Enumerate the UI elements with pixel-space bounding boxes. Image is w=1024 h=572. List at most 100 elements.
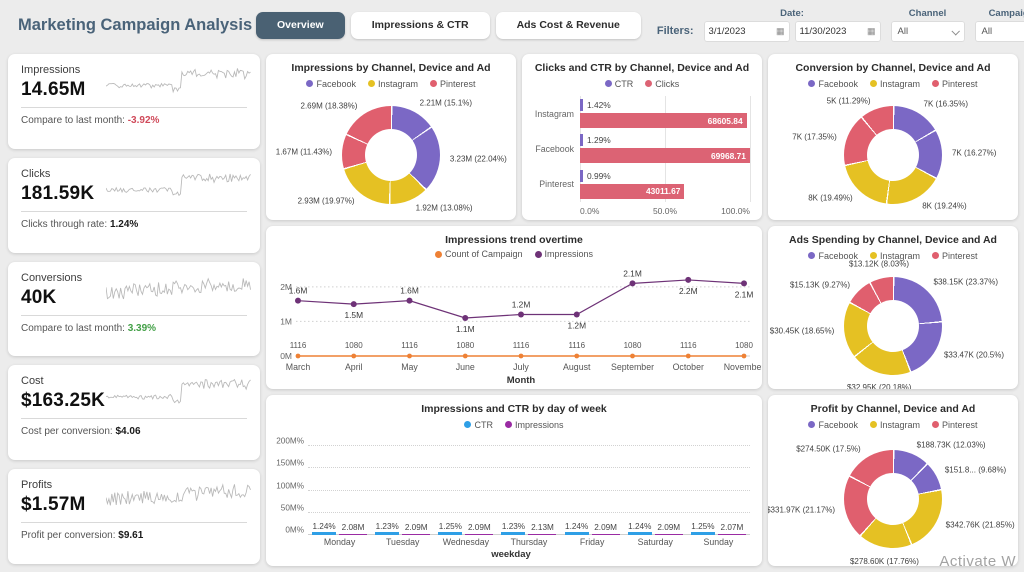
impressions-bar[interactable] (465, 534, 493, 535)
clicks-bar[interactable]: 69968.71 (580, 148, 750, 163)
impressions-point[interactable] (295, 298, 301, 304)
ctr-bar[interactable] (580, 99, 583, 111)
donut-ring[interactable] (844, 450, 942, 548)
donut-chart: 2.21M (15.1%)3.23M (22.04%)1.92M (13.08%… (266, 90, 516, 220)
campaign-count-point[interactable] (686, 354, 691, 359)
impressions-bar[interactable] (339, 534, 367, 535)
impressions-bar[interactable] (718, 534, 746, 535)
tab-overview[interactable]: Overview (256, 12, 345, 39)
legend-label: Clicks (655, 79, 679, 89)
ctr-bar[interactable] (691, 532, 715, 535)
x-tick-label: May (401, 362, 418, 372)
kpi-sub-prefix: Clicks through rate: (21, 219, 107, 230)
impressions-point[interactable] (407, 298, 413, 304)
impressions-point[interactable] (351, 301, 357, 307)
tab-impressions-ctr[interactable]: Impressions & CTR (351, 12, 490, 39)
ctr-bar[interactable] (628, 532, 652, 535)
impressions-point[interactable] (685, 277, 691, 283)
ctr-bar[interactable] (580, 170, 583, 182)
kpi-card-cost[interactable]: Cost $163.25K Cost per conversion: $4.06 (8, 365, 260, 460)
campaign-count-point[interactable] (742, 354, 747, 359)
impressions-point[interactable] (518, 312, 524, 318)
bar-row: Instagram1.42%68605.84 (580, 99, 750, 128)
clicks-bar[interactable]: 43011.67 (580, 184, 684, 199)
ctr-group: 1.24% (628, 522, 652, 535)
kpi-card-clicks[interactable]: Clicks 181.59K Clicks through rate: 1.24… (8, 158, 260, 253)
legend-item[interactable]: CTR (464, 420, 493, 430)
ctr-bar[interactable] (501, 532, 525, 535)
legend-dot-icon (368, 80, 375, 87)
impressions-donut-card: Impressions by Channel, Device and Ad Fa… (266, 54, 516, 220)
legend-item[interactable]: Instagram (870, 79, 920, 89)
impressions-value-label: 1.1M (456, 324, 475, 334)
campaign-count-point[interactable] (463, 354, 468, 359)
legend-item[interactable]: Pinterest (932, 420, 978, 430)
header: Marketing Campaign Analysis i Overview I… (0, 0, 1024, 50)
kpi-card-profits[interactable]: Profits $1.57M Profit per conversion: $9… (8, 469, 260, 564)
legend-item[interactable]: Facebook (808, 79, 858, 89)
ctr-bar[interactable] (312, 532, 336, 535)
campaign-count-label: 1080 (456, 341, 474, 350)
ctr-bar[interactable] (375, 532, 399, 535)
legend-label: Pinterest (942, 251, 978, 261)
legend-item[interactable]: CTR (605, 79, 634, 89)
donut-ring[interactable] (844, 106, 942, 204)
impressions-bar[interactable] (528, 534, 556, 535)
legend-label: Count of Campaign (445, 249, 523, 259)
ctr-bar[interactable] (565, 532, 589, 535)
calendar-icon[interactable]: ▦ (776, 26, 785, 37)
chart-title: Impressions trend overtime (266, 234, 762, 246)
campaign-select[interactable]: All (975, 21, 1024, 42)
campaign-count-point[interactable] (407, 354, 412, 359)
clicks-bar[interactable]: 68605.84 (580, 113, 747, 128)
impressions-group: 2.09M (402, 523, 430, 535)
x-tick-label: Thursday (497, 537, 560, 547)
legend-item[interactable]: Clicks (645, 79, 679, 89)
legend-item[interactable]: Facebook (306, 79, 356, 89)
legend-label: Facebook (818, 420, 858, 430)
kpi-card-conversions[interactable]: Conversions 40K Compare to last month: 3… (8, 262, 260, 357)
kpi-card-impressions[interactable]: Impressions 14.65M Compare to last month… (8, 54, 260, 149)
chart-title: Impressions and CTR by day of week (266, 403, 762, 415)
campaign-count-point[interactable] (519, 354, 524, 359)
x-tick-label: June (456, 362, 475, 372)
tab-ads-cost-revenue[interactable]: Ads Cost & Revenue (496, 12, 641, 39)
impressions-bar[interactable] (402, 534, 430, 535)
slice-label: $188.73K (12.03%) (917, 440, 986, 449)
legend-label: CTR (615, 79, 634, 89)
date-from-input[interactable]: 3/1/2023 ▦ (704, 21, 790, 42)
legend-item[interactable]: Count of Campaign (435, 249, 523, 259)
chart-legend: CTR Clicks (522, 77, 762, 90)
ctr-bar[interactable] (580, 134, 583, 146)
legend-item[interactable]: Impressions (505, 420, 564, 430)
calendar-icon[interactable]: ▦ (867, 26, 876, 37)
impressions-point[interactable] (574, 312, 580, 318)
date-to-input[interactable]: 11/30/2023 ▦ (795, 21, 881, 42)
category-label: Instagram (528, 109, 574, 119)
impressions-bar[interactable] (592, 534, 620, 535)
campaign-count-point[interactable] (630, 354, 635, 359)
impressions-point[interactable] (741, 280, 747, 286)
chart-title: Profit by Channel, Device and Ad (768, 403, 1018, 415)
legend-item[interactable]: Pinterest (430, 79, 476, 89)
ctr-bar-group: 0.99% (580, 170, 750, 182)
ctr-bar[interactable] (438, 532, 462, 535)
legend-item[interactable]: Pinterest (932, 251, 978, 261)
slice-label: $342.76K (21.85%) (946, 521, 1015, 530)
impressions-point[interactable] (630, 280, 636, 286)
donut-ring[interactable] (844, 277, 942, 375)
impressions-point[interactable] (462, 315, 468, 321)
legend-item[interactable]: Facebook (808, 420, 858, 430)
legend-item[interactable]: Pinterest (932, 79, 978, 89)
impressions-bar[interactable] (655, 534, 683, 535)
legend-item[interactable]: Impressions (535, 249, 594, 259)
legend-item[interactable]: Instagram (870, 420, 920, 430)
legend-label: Pinterest (942, 420, 978, 430)
legend-item[interactable]: Instagram (368, 79, 418, 89)
campaign-count-point[interactable] (296, 354, 301, 359)
channel-select[interactable]: All (891, 21, 965, 42)
line-chart[interactable]: 0M1M2M1.6M1.5M1.6M1.1M1.2M1.2M2.1M2.2M2.… (266, 259, 762, 389)
campaign-count-point[interactable] (574, 354, 579, 359)
campaign-count-point[interactable] (351, 354, 356, 359)
donut-ring[interactable] (342, 106, 440, 204)
